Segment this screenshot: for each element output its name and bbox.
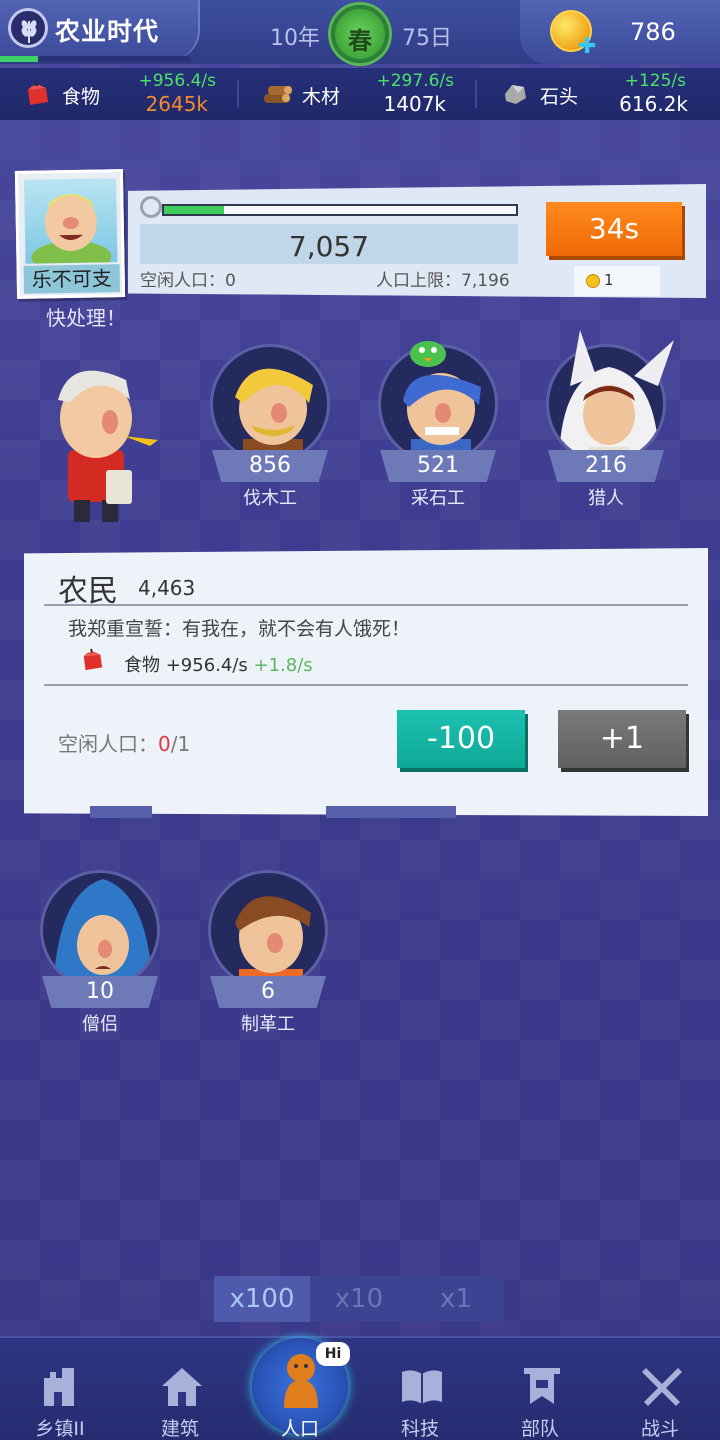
green-bird-icon xyxy=(410,341,446,367)
speedup-cost-tag: 1 xyxy=(574,266,660,296)
resource-amount: 2645k xyxy=(145,92,208,116)
divider xyxy=(44,604,688,606)
nav-label: 部队 xyxy=(520,1418,559,1440)
quantity-multiplier: x100 x10 x1 xyxy=(214,1276,504,1322)
nav-population[interactable]: Hi 人口 xyxy=(240,1338,360,1440)
era-badge[interactable]: 农业时代 xyxy=(0,0,200,62)
worker-count: 521 xyxy=(380,450,496,482)
era-progress-fill xyxy=(0,56,38,62)
detail-count: 4,463 xyxy=(138,576,196,600)
nav-label: 战斗 xyxy=(640,1418,679,1440)
speedup-timer-button[interactable]: 34s xyxy=(546,202,682,256)
farmer-character xyxy=(58,370,158,522)
population-total-box: 7,057 xyxy=(140,224,518,264)
worker-label: 伐木工 xyxy=(243,488,297,509)
resource-amount: 1407k xyxy=(383,92,446,116)
season-badge: 春 xyxy=(331,5,389,63)
resource-bar: 食物 +956.4/s 2645k 木材 +297.6/s 1407k 石头 +… xyxy=(0,68,720,120)
speedup-cost: 1 xyxy=(604,271,614,289)
worker-label: 制革工 xyxy=(241,1014,295,1035)
year-label: 10年 xyxy=(270,26,320,51)
card-tab xyxy=(326,806,456,818)
multiplier-x1[interactable]: x1 xyxy=(408,1276,504,1322)
worker-farmer-selected[interactable] xyxy=(30,340,170,534)
resource-rate: +125/s xyxy=(624,71,686,91)
idle-population: 空闲人口：0 xyxy=(140,271,236,291)
coin-panel[interactable]: ✚ 786 xyxy=(520,0,720,64)
divider xyxy=(44,684,688,686)
worker-count: 10 xyxy=(42,976,158,1008)
bottom-nav: 乡镇II 建筑 Hi 人口 科技 部队 战斗 xyxy=(0,1336,720,1440)
apple-icon xyxy=(28,82,48,105)
population-limit: 人口上限：7,196 xyxy=(376,271,510,291)
detail-quote: 我郑重宣誓：有我在，就不会有人饿死！ xyxy=(68,618,411,640)
detail-idle-current: 0 xyxy=(158,732,171,756)
era-title: 农业时代 xyxy=(55,17,160,46)
multiplier-x100[interactable]: x100 xyxy=(214,1276,310,1322)
nav-troops[interactable]: 部队 xyxy=(480,1338,600,1440)
add-workers-button[interactable]: +1 xyxy=(558,710,686,768)
leader-portrait xyxy=(24,178,118,264)
nav-label: 建筑 xyxy=(160,1418,199,1440)
stone-icon xyxy=(505,85,526,104)
add-coins-icon[interactable]: ✚ xyxy=(578,34,596,59)
apple-icon xyxy=(83,648,103,671)
top-bar: 农业时代 10年 春 75日 ✚ 786 xyxy=(0,0,720,64)
resource-rate: +956.4/s xyxy=(138,71,217,91)
leader-name: 乐不可支 xyxy=(23,264,121,294)
stopwatch-icon xyxy=(140,196,162,218)
rabbit-ears-icon xyxy=(570,330,674,386)
detail-resource: 食物 +956.4/s +1.8/s xyxy=(124,651,313,677)
detail-resource-rate: 食物 +956.4/s xyxy=(124,655,248,676)
detail-idle-label: 空闲人口： xyxy=(58,732,158,756)
nav-label: 人口 xyxy=(280,1418,319,1440)
population-total: 7,057 xyxy=(288,230,370,263)
multiplier-x10[interactable]: x10 xyxy=(311,1276,407,1322)
worker-count: 856 xyxy=(212,450,328,482)
castle-icon xyxy=(44,1368,74,1406)
nav-battle[interactable]: 战斗 xyxy=(600,1338,720,1440)
card-tab xyxy=(90,806,152,818)
remove-workers-button[interactable]: -100 xyxy=(397,710,525,768)
detail-resource-bonus: +1.8/s xyxy=(253,655,313,676)
population-panel: 7,057 空闲人口：0 人口上限：7,196 34s 1 xyxy=(128,184,706,298)
day-label: 75日 xyxy=(402,26,452,51)
season-label: 春 xyxy=(348,27,372,55)
resource-wood[interactable]: 木材 +297.6/s 1407k xyxy=(238,68,476,120)
worker-label: 猎人 xyxy=(588,488,624,509)
worker-label: 僧侣 xyxy=(82,1014,118,1035)
population-growth-fill xyxy=(164,206,224,214)
coin-value: 786 xyxy=(630,18,676,46)
lumberjack-avatar xyxy=(210,344,330,464)
nav-town[interactable]: 乡镇II xyxy=(0,1338,120,1440)
era-progress-bar xyxy=(0,56,190,62)
leader-card[interactable]: 乐不可支 xyxy=(14,169,126,299)
nav-label: 科技 xyxy=(400,1418,439,1440)
resource-stone[interactable]: 石头 +125/s 616.2k xyxy=(476,68,720,120)
worker-label: 采石工 xyxy=(411,488,465,509)
worker-count: 216 xyxy=(548,450,664,482)
population-growth-bar xyxy=(162,204,518,216)
tanner-avatar xyxy=(208,870,328,990)
detail-idle-total: /1 xyxy=(170,732,191,756)
banner-icon xyxy=(524,1368,560,1404)
worker-count: 6 xyxy=(210,976,326,1008)
detail-idle-population: 空闲人口：0/1 xyxy=(58,728,190,757)
monk-avatar xyxy=(40,870,160,990)
crossed-swords-icon xyxy=(642,1368,682,1406)
house-icon xyxy=(162,1368,202,1406)
book-icon xyxy=(402,1370,442,1404)
nav-tech[interactable]: 科技 xyxy=(360,1338,480,1440)
nav-label: 乡镇II xyxy=(35,1418,85,1440)
notice-text: 快处理！ xyxy=(46,306,126,330)
hi-badge: Hi xyxy=(316,1342,350,1366)
farmer-detail-card: 农民 4,463 我郑重宣誓：有我在，就不会有人饿死！ 食物 +956.4/s … xyxy=(24,548,708,816)
resource-rate: +297.6/s xyxy=(376,71,455,91)
wheat-icon xyxy=(8,8,48,48)
wood-log-icon xyxy=(264,86,292,103)
nav-buildings[interactable]: 建筑 xyxy=(120,1338,240,1440)
resource-food[interactable]: 食物 +956.4/s 2645k xyxy=(0,68,238,120)
gold-coin-icon xyxy=(586,274,600,288)
resource-amount: 616.2k xyxy=(619,92,688,116)
